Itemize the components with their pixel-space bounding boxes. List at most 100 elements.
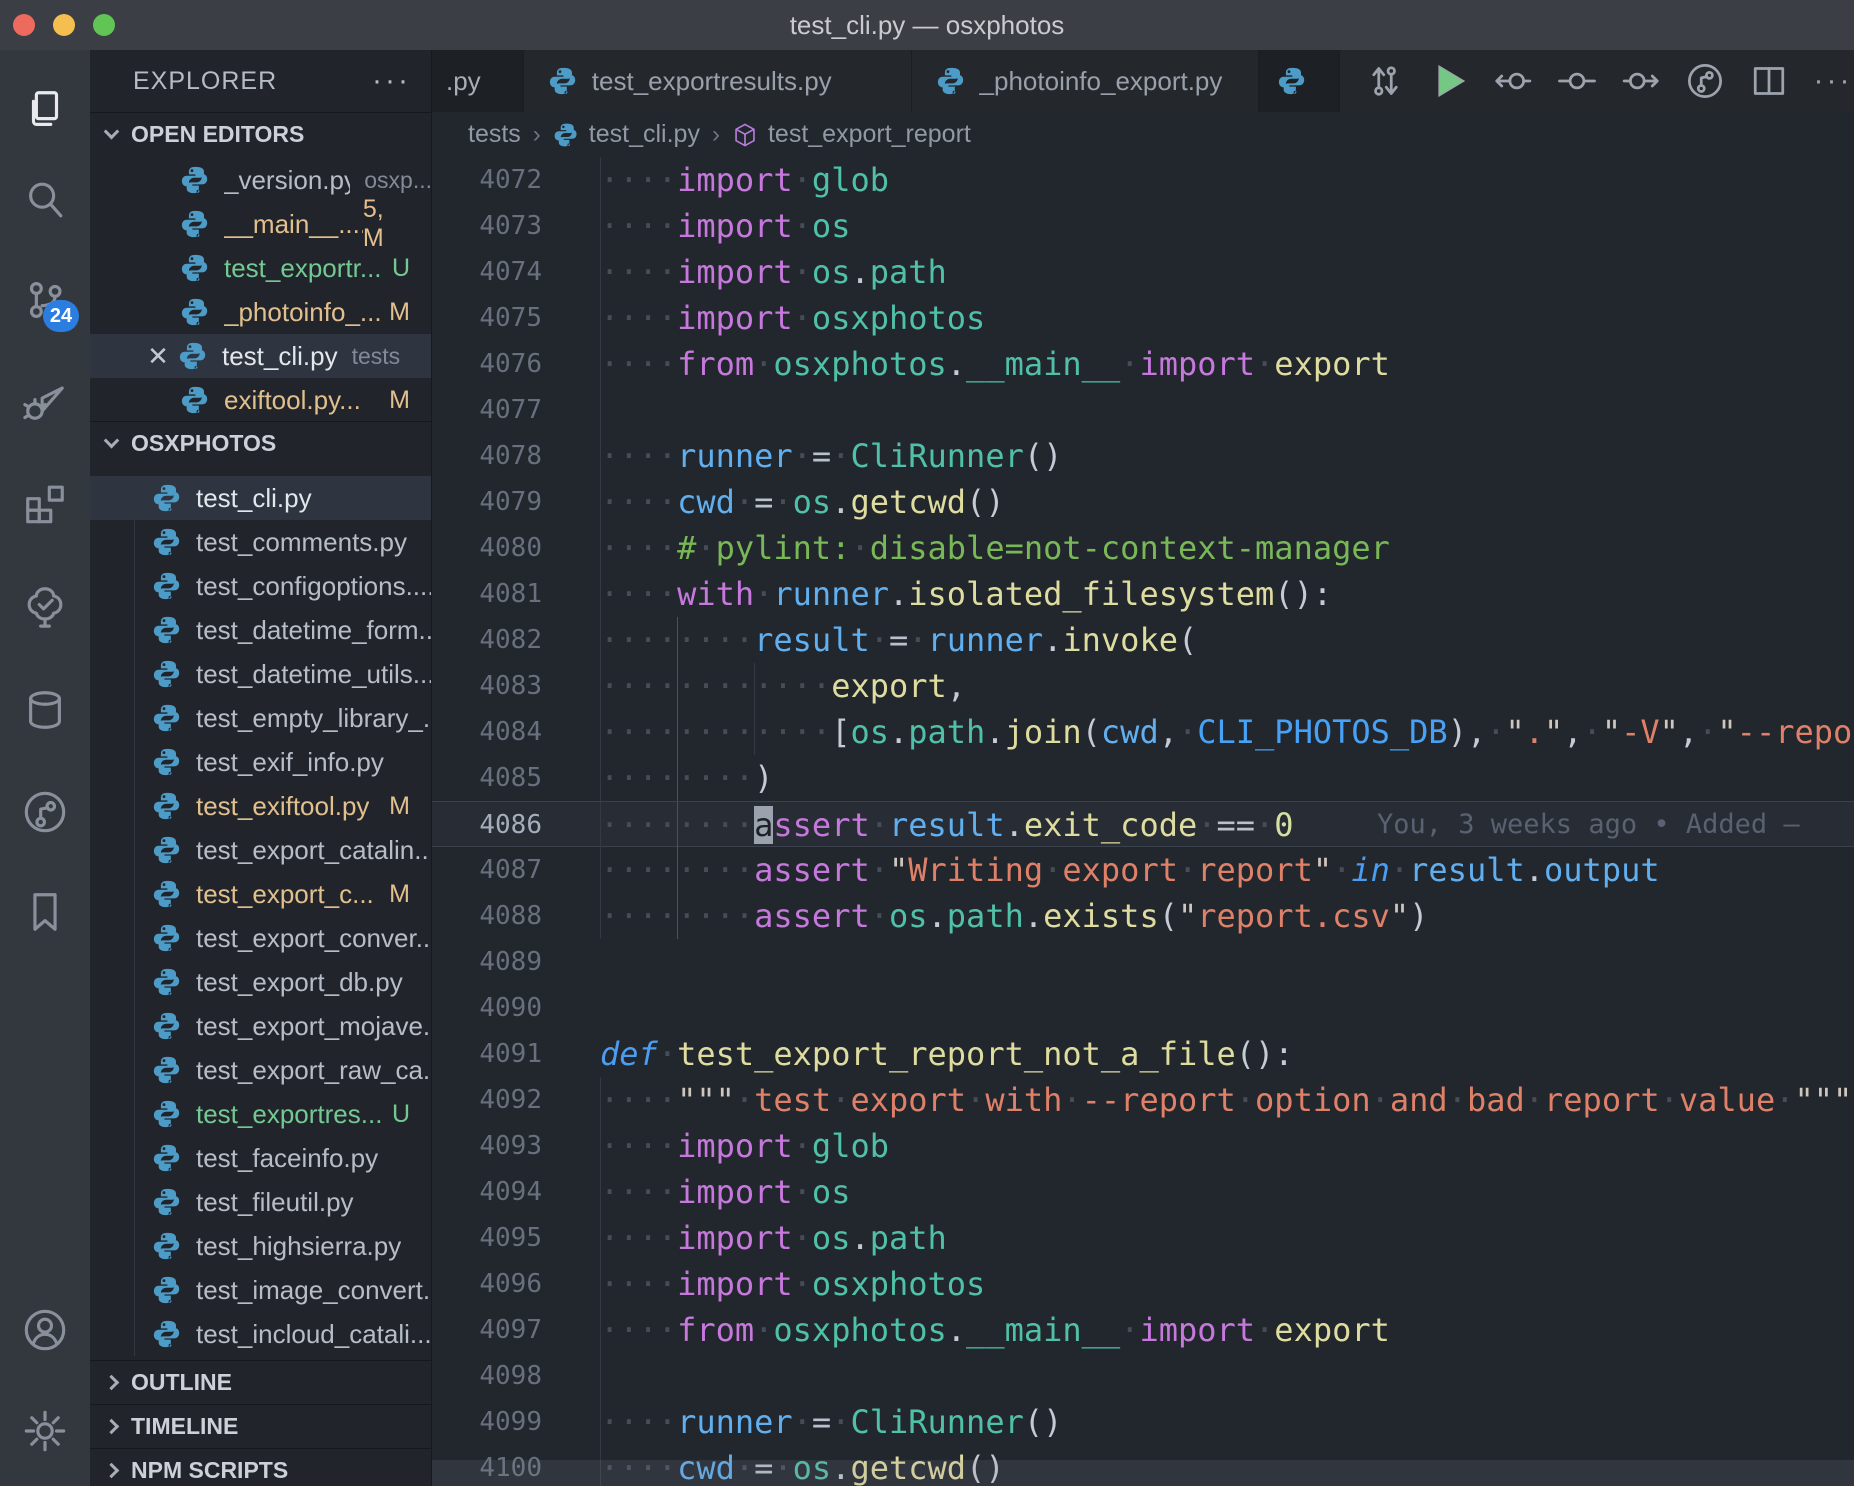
tab-test_exportresults.py[interactable]: test_exportresults.py bbox=[524, 50, 912, 112]
code-line-4088[interactable]: 4088········assert·os.path.exists("repor… bbox=[432, 893, 1854, 939]
gitlens-icon[interactable] bbox=[17, 784, 73, 840]
code-line-4096[interactable]: 4096····import·osxphotos bbox=[432, 1261, 1854, 1307]
explorer-more-actions-icon[interactable]: ··· bbox=[372, 64, 411, 98]
tree-item[interactable]: test_export_raw_ca... bbox=[90, 1048, 432, 1092]
code-line-4093[interactable]: 4093····import·glob bbox=[432, 1123, 1854, 1169]
tree-item[interactable]: test_highsierra.py bbox=[90, 1224, 432, 1268]
previous-change-icon[interactable] bbox=[1492, 60, 1534, 102]
tree-item[interactable]: test_configoptions.... bbox=[90, 564, 432, 608]
code-line-4091[interactable]: 4091def·test_export_report_not_a_file(): bbox=[432, 1031, 1854, 1077]
settings-gear-icon[interactable] bbox=[17, 1403, 73, 1459]
code-line-4092[interactable]: 4092····"""·test·export·with·--report·op… bbox=[432, 1077, 1854, 1123]
code-line-4072[interactable]: 4072····import·glob bbox=[432, 157, 1854, 203]
code-line-4090[interactable]: 4090 bbox=[432, 985, 1854, 1031]
breadcrumb-file[interactable]: test_cli.py bbox=[589, 120, 700, 149]
code-line-4078[interactable]: 4078····runner·=·CliRunner() bbox=[432, 433, 1854, 479]
run-debug-icon[interactable] bbox=[17, 373, 73, 429]
database-icon[interactable] bbox=[17, 682, 73, 738]
file-name: test_exiftool.py bbox=[196, 791, 369, 822]
python-icon bbox=[152, 659, 182, 689]
file-name: test_comments.py bbox=[196, 527, 407, 558]
test-tree-icon[interactable] bbox=[17, 578, 73, 634]
next-change-icon[interactable] bbox=[1620, 60, 1662, 102]
gitlens-circle-icon[interactable] bbox=[1684, 60, 1726, 102]
tree-item[interactable]: test_empty_library_... bbox=[90, 696, 432, 740]
tree-item[interactable]: test_cli.py bbox=[90, 476, 432, 520]
split-editor-icon[interactable] bbox=[1748, 60, 1790, 102]
open-editor-item[interactable]: ✕ test_cli.pytests bbox=[90, 334, 432, 378]
python-icon bbox=[152, 967, 182, 997]
tab-_photoinfo_export.py[interactable]: _photoinfo_export.py bbox=[912, 50, 1259, 112]
code-line-4089[interactable]: 4089 bbox=[432, 939, 1854, 985]
tree-item[interactable]: test_exif_info.py bbox=[90, 740, 432, 784]
code-line-4083[interactable]: 4083············export, bbox=[432, 663, 1854, 709]
code-line-4098[interactable]: 4098 bbox=[432, 1353, 1854, 1399]
code-line-4075[interactable]: 4075····import·osxphotos bbox=[432, 295, 1854, 341]
code-line-4082[interactable]: 4082········result·=·runner.invoke( bbox=[432, 617, 1854, 663]
section-osxphotos[interactable]: OSXPHOTOS bbox=[90, 421, 432, 465]
code-line-4074[interactable]: 4074····import·os.path bbox=[432, 249, 1854, 295]
tree-item[interactable]: test_export_db.py bbox=[90, 960, 432, 1004]
tab-partial[interactable]: .py bbox=[432, 50, 524, 112]
compare-changes-icon[interactable] bbox=[1364, 60, 1406, 102]
code-editor[interactable]: 4072····import·glob4073····import·os4074… bbox=[432, 157, 1854, 1486]
tree-item[interactable]: test_image_convert... bbox=[90, 1268, 432, 1312]
tree-item[interactable]: test_comments.py bbox=[90, 520, 432, 564]
code-line-4086[interactable]: 4086········assert·result.exit_code·==·0… bbox=[432, 801, 1854, 847]
section-outline[interactable]: OUTLINE bbox=[90, 1360, 432, 1404]
code-line-4073[interactable]: 4073····import·os bbox=[432, 203, 1854, 249]
tree-item[interactable]: test_exportres...U bbox=[90, 1092, 432, 1136]
tree-item[interactable]: test_faceinfo.py bbox=[90, 1136, 432, 1180]
open-editor-item[interactable]: __main__....5, M bbox=[90, 202, 432, 246]
close-icon[interactable]: ✕ bbox=[138, 341, 178, 372]
section-npm-scripts[interactable]: NPM SCRIPTS bbox=[90, 1448, 432, 1486]
open-changes-icon[interactable] bbox=[1556, 60, 1598, 102]
tree-item[interactable]: test_incloud_catali... bbox=[90, 1312, 432, 1356]
tab-strip: .py test_exportresults.py _photoinfo_exp… bbox=[432, 50, 1854, 112]
code-line-4085[interactable]: 4085········) bbox=[432, 755, 1854, 801]
open-editor-item[interactable]: _photoinfo_...M bbox=[90, 290, 432, 334]
breadcrumb-symbol[interactable]: test_export_report bbox=[768, 120, 971, 149]
file-description: osxp... bbox=[364, 167, 432, 194]
code-line-4077[interactable]: 4077 bbox=[432, 387, 1854, 433]
maximize-window-button[interactable] bbox=[93, 14, 115, 36]
tree-item[interactable]: test_export_conver... bbox=[90, 916, 432, 960]
code-line-4081[interactable]: 4081····with·runner.isolated_filesystem(… bbox=[432, 571, 1854, 617]
python-icon bbox=[548, 66, 578, 96]
tree-item[interactable]: test_fileutil.py bbox=[90, 1180, 432, 1224]
open-editor-item[interactable]: exiftool.py...M bbox=[90, 378, 432, 422]
run-icon[interactable] bbox=[1428, 60, 1470, 102]
tree-item[interactable]: test_export_c...M bbox=[90, 872, 432, 916]
code-line-4097[interactable]: 4097····from·osxphotos.__main__·import·e… bbox=[432, 1307, 1854, 1353]
section-timeline[interactable]: TIMELINE bbox=[90, 1404, 432, 1448]
more-actions-icon[interactable]: ··· bbox=[1812, 60, 1854, 102]
code-line-4076[interactable]: 4076····from·osxphotos.__main__·import·e… bbox=[432, 341, 1854, 387]
code-line-4094[interactable]: 4094····import·os bbox=[432, 1169, 1854, 1215]
line-number: 4083 bbox=[432, 663, 542, 709]
code-line-4087[interactable]: 4087········assert·"Writing·export·repor… bbox=[432, 847, 1854, 893]
tree-item[interactable]: test_datetime_form... bbox=[90, 608, 432, 652]
files-icon[interactable] bbox=[17, 82, 73, 138]
code-line-4079[interactable]: 4079····cwd·=·os.getcwd() bbox=[432, 479, 1854, 525]
horizontal-scrollbar[interactable] bbox=[432, 1460, 1854, 1486]
close-window-button[interactable] bbox=[13, 14, 35, 36]
open-editor-item[interactable]: test_exportr...U bbox=[90, 246, 432, 290]
tree-item[interactable]: test_export_catalin... bbox=[90, 828, 432, 872]
tree-item[interactable]: test_export_mojave... bbox=[90, 1004, 432, 1048]
source-control-icon[interactable]: 24 bbox=[17, 272, 73, 328]
code-line-4095[interactable]: 4095····import·os.path bbox=[432, 1215, 1854, 1261]
code-text: ····runner·=·CliRunner() bbox=[600, 1399, 1062, 1445]
search-icon[interactable] bbox=[17, 172, 73, 228]
code-line-4080[interactable]: 4080····#·pylint:·disable=not-context-ma… bbox=[432, 525, 1854, 571]
tab-pinned-active[interactable] bbox=[1259, 50, 1340, 112]
account-icon[interactable] bbox=[17, 1302, 73, 1358]
bookmark-icon[interactable] bbox=[17, 884, 73, 940]
section-open-editors[interactable]: OPEN EDITORS bbox=[90, 112, 432, 156]
code-line-4099[interactable]: 4099····runner·=·CliRunner() bbox=[432, 1399, 1854, 1445]
minimize-window-button[interactable] bbox=[53, 14, 75, 36]
code-line-4084[interactable]: 4084············[os.path.join(cwd,·CLI_P… bbox=[432, 709, 1854, 755]
tree-item[interactable]: test_exiftool.pyM bbox=[90, 784, 432, 828]
extensions-icon[interactable] bbox=[17, 475, 73, 531]
breadcrumb-folder[interactable]: tests bbox=[468, 120, 521, 149]
tree-item[interactable]: test_datetime_utils.... bbox=[90, 652, 432, 696]
